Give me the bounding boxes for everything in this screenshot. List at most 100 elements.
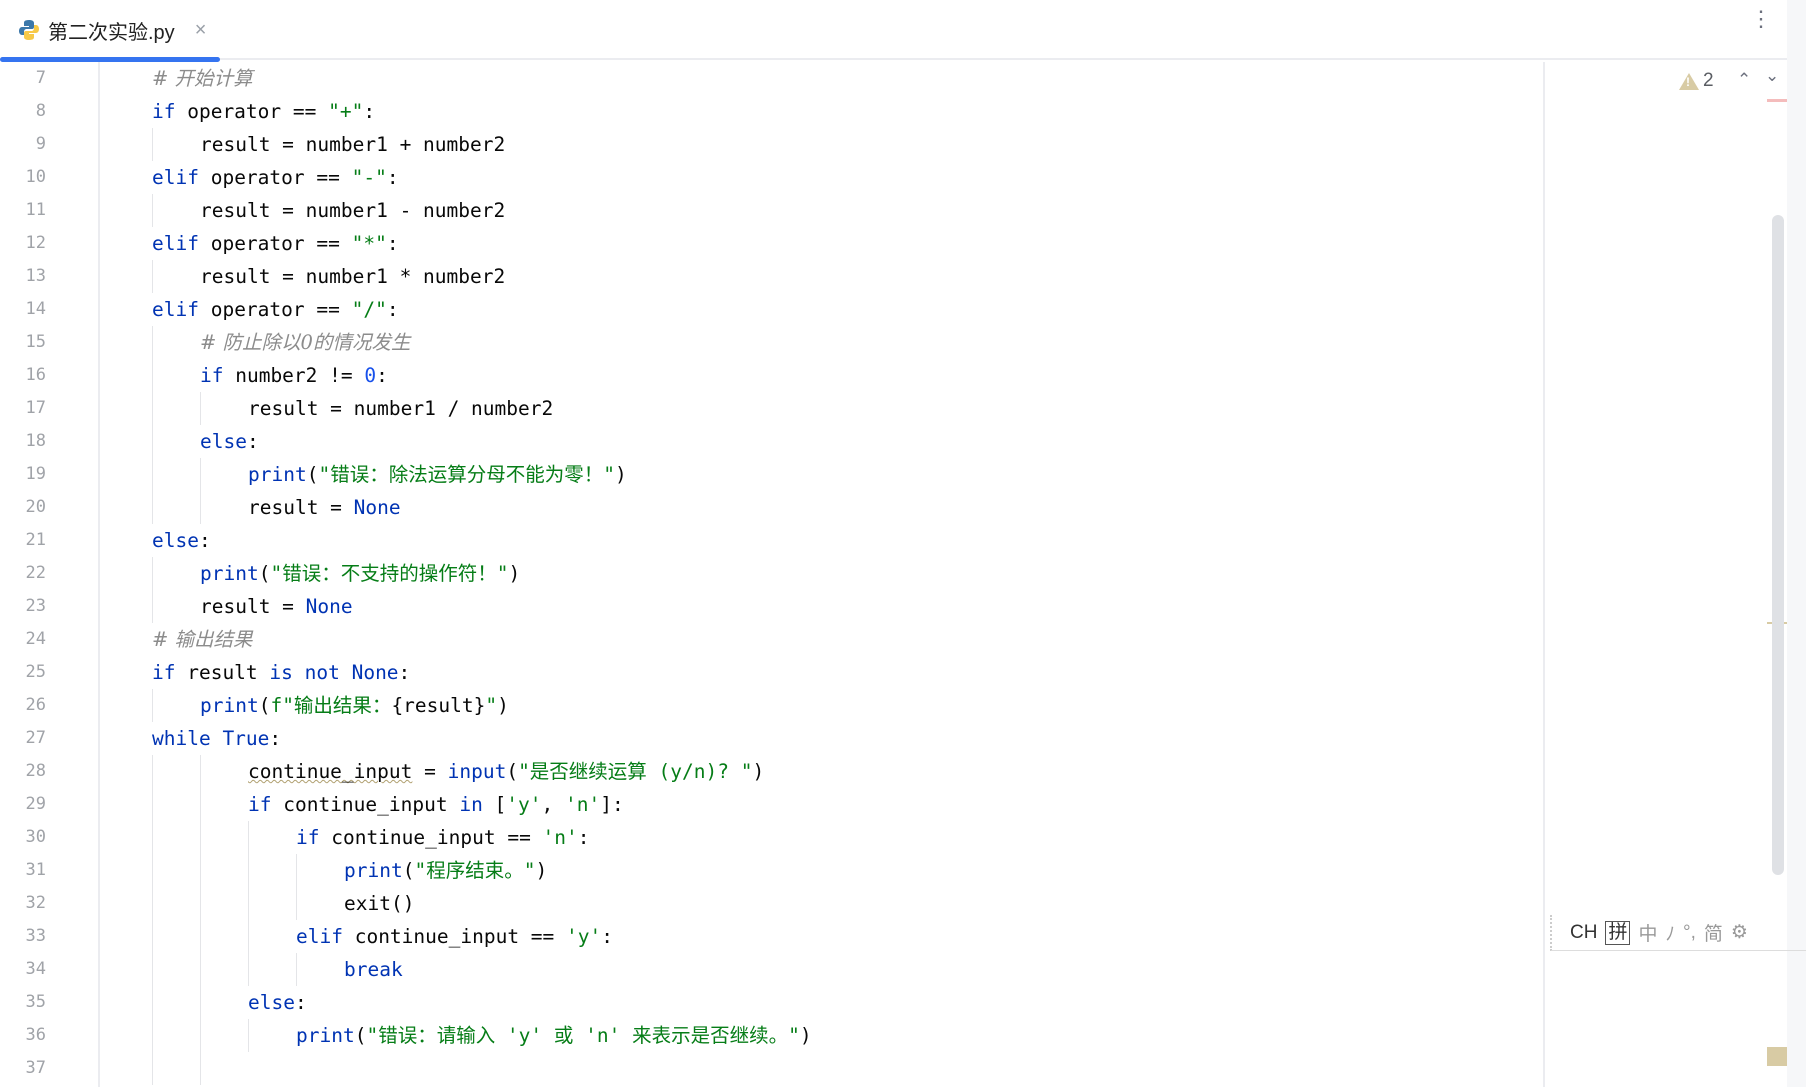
ime-lang[interactable]: CH	[1570, 922, 1597, 944]
code-line[interactable]: # 输出结果	[152, 623, 253, 656]
indent-guide	[200, 821, 248, 854]
indent-guide	[152, 590, 200, 623]
code-token: "/"	[351, 298, 387, 321]
line-number: 7	[35, 68, 46, 88]
code-token: # 开始计算	[152, 67, 253, 90]
ime-pinyin[interactable]: 拼	[1605, 920, 1631, 945]
ime-chinese-punct[interactable]: 中	[1638, 919, 1657, 946]
code-token: operator ==	[198, 232, 352, 255]
code-token: {result}	[391, 694, 486, 717]
code-token: [	[482, 793, 507, 816]
code-token: operator ==	[175, 100, 329, 123]
code-line[interactable]: print("错误：请输入 'y' 或 'n' 来表示是否继续。")	[152, 1019, 812, 1052]
indent-guide	[152, 359, 200, 392]
code-line[interactable]: else:	[152, 524, 211, 557]
code-token: :	[601, 925, 614, 948]
line-number: 29	[25, 794, 46, 814]
code-line[interactable]: elif continue_input == 'y':	[152, 920, 613, 953]
code-line[interactable]	[152, 1052, 248, 1085]
line-number: 35	[25, 992, 46, 1012]
warning-stripe-mark[interactable]	[1767, 1047, 1787, 1066]
indent-guide	[152, 326, 200, 359]
code-line[interactable]: continue_input = input("是否继续运算 (y/n)? ")	[152, 755, 764, 788]
code-line[interactable]: result = None	[152, 491, 401, 524]
code-token: :	[246, 430, 259, 453]
warnings-indicator[interactable]: ! 2	[1679, 70, 1714, 92]
code-token: continue_input	[271, 793, 460, 816]
indent-guide	[200, 1019, 248, 1052]
indent-guide	[152, 557, 200, 590]
ime-settings-icon[interactable]: ⚙	[1731, 921, 1748, 944]
ime-fullwidth[interactable]: ﾉ	[1665, 919, 1675, 946]
line-number: 27	[25, 728, 46, 748]
code-token: 'n'	[542, 826, 578, 849]
code-token: :	[398, 661, 411, 684]
code-line[interactable]: print("程序结束。")	[152, 854, 547, 887]
code-line[interactable]: result = number1 - number2	[152, 194, 505, 227]
code-line[interactable]: result = number1 * number2	[152, 260, 505, 293]
indent-guide	[248, 920, 296, 953]
more-options-icon[interactable]: ⋮	[1750, 8, 1772, 30]
code-line[interactable]: # 防止除以0的情况发生	[152, 326, 410, 359]
code-token: operator ==	[198, 166, 352, 189]
code-line[interactable]: result = number1 + number2	[152, 128, 505, 161]
code-token: continue_input	[248, 760, 413, 783]
code-token: :	[386, 232, 399, 255]
code-line[interactable]: elif operator == "-":	[152, 161, 399, 194]
code-token: )	[508, 562, 521, 585]
code-token: if	[248, 793, 272, 816]
code-token: "-"	[351, 166, 387, 189]
code-line[interactable]: # 开始计算	[152, 62, 253, 95]
scrollbar-thumb[interactable]	[1772, 215, 1784, 875]
code-token: 'n'	[565, 793, 601, 816]
code-token: print	[200, 694, 259, 717]
code-token: in	[459, 793, 483, 816]
line-number: 14	[25, 299, 46, 319]
code-line[interactable]: print(f"输出结果：{result}")	[152, 689, 509, 722]
code-line[interactable]: if continue_input in ['y', 'n']:	[152, 788, 624, 821]
code-line[interactable]: if number2 != 0:	[152, 359, 388, 392]
next-highlight-icon[interactable]: ⌄	[1765, 66, 1779, 86]
line-number: 13	[25, 266, 46, 286]
code-token: "	[485, 694, 498, 717]
code-token: "程序结束。"	[414, 859, 536, 882]
code-line[interactable]: if continue_input == 'n':	[152, 821, 590, 854]
code-line[interactable]: result = None	[152, 590, 353, 623]
code-token: (	[258, 694, 271, 717]
code-line[interactable]: break	[152, 953, 403, 986]
code-editor[interactable]: # 开始计算 if operator == "+": result = number…	[102, 62, 1545, 1087]
code-token: result	[175, 661, 270, 684]
code-line[interactable]: else:	[152, 425, 259, 458]
code-token: result = number1 - number2	[200, 199, 506, 222]
indent-guide	[296, 953, 344, 986]
previous-highlight-icon[interactable]: ⌃	[1737, 70, 1751, 90]
code-line[interactable]: if result is not None:	[152, 656, 410, 689]
code-token: number2 !=	[223, 364, 365, 387]
tab-file[interactable]: 第二次实验.py ×	[0, 0, 220, 62]
code-line[interactable]: exit()	[152, 887, 414, 920]
code-line[interactable]: print("错误：除法运算分母不能为零！")	[152, 458, 627, 491]
code-line[interactable]: while True:	[152, 722, 281, 755]
code-line[interactable]: elif operator == "/":	[152, 293, 399, 326]
code-line[interactable]: if operator == "+":	[152, 95, 375, 128]
code-token: :	[363, 100, 376, 123]
code-token: elif	[296, 925, 343, 948]
code-token: if	[152, 661, 176, 684]
code-token: else	[152, 529, 199, 552]
ime-simplified[interactable]: 简	[1704, 919, 1723, 946]
code-line[interactable]: elif operator == "*":	[152, 227, 399, 260]
close-tab-icon[interactable]: ×	[195, 19, 207, 42]
indent-guide	[200, 392, 248, 425]
code-token: exit	[344, 892, 391, 915]
code-token: (	[306, 463, 319, 486]
code-line[interactable]: print("错误：不支持的操作符！")	[152, 557, 520, 590]
ime-punct[interactable]: °,	[1683, 922, 1696, 944]
code-line[interactable]: result = number1 / number2	[152, 392, 553, 425]
code-line[interactable]: else:	[152, 986, 307, 1019]
code-token: "错误：请输入 'y' 或 'n' 来表示是否继续。"	[366, 1024, 800, 1047]
line-number: 20	[25, 497, 46, 517]
code-token: input	[447, 760, 507, 783]
error-stripe-mark[interactable]	[1767, 99, 1787, 102]
code-token: break	[344, 958, 403, 981]
indent-guide	[152, 260, 200, 293]
